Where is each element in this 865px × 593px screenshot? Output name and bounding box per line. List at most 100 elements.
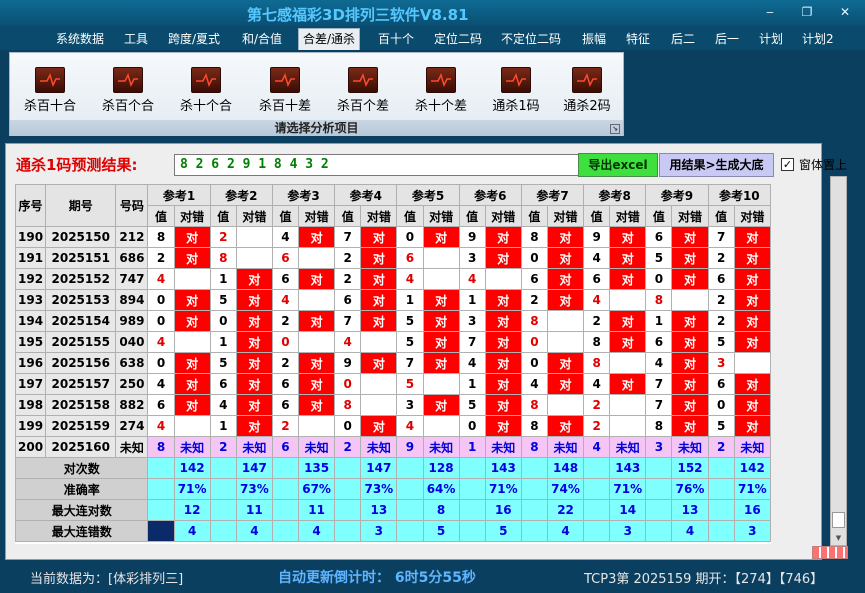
cell-value: 6 xyxy=(271,268,300,290)
header-ref-8[interactable]: 参考8 xyxy=(583,184,647,206)
table-row[interactable]: 190 2025150 212 8 对 2 4 对 7 对 0 对 9 对 8 对 9 对 6 对 7 对 xyxy=(15,226,771,248)
table-row[interactable]: 197 2025157 250 4 对 6 对 6 对 0 5 1 对 4 对 4 对 7 对 6 对 xyxy=(15,373,771,395)
minimize-button[interactable]: ‒ xyxy=(760,3,780,21)
subheader-value[interactable]: 值 xyxy=(334,205,362,227)
menu-item-last-two[interactable]: 后二 xyxy=(667,30,699,48)
table-row[interactable]: 191 2025151 686 2 对 8 6 2 对 6 3 对 0 对 4 对 5 对 2 对 xyxy=(15,247,771,269)
subheader-value[interactable]: 值 xyxy=(458,205,486,227)
kill-two-code-button[interactable]: 通杀2码 xyxy=(555,67,619,117)
stat-value: 4 xyxy=(671,520,709,542)
prediction-result-field[interactable]: 8 2 6 2 9 1 8 4 3 2 xyxy=(174,154,582,176)
menu-item-last-one[interactable]: 后一 xyxy=(711,30,743,48)
subheader-result[interactable]: 对错 xyxy=(422,205,460,227)
menu-item-sum[interactable]: 和/合值 xyxy=(238,30,286,48)
cell-result xyxy=(484,268,522,290)
menu-item-sum-diff-kill[interactable]: 合差/通杀 xyxy=(298,28,361,50)
header-ref-1[interactable]: 参考1 xyxy=(147,184,211,206)
table-row[interactable]: 200 2025160 未知 8 未知 2 未知 6 未知 2 未知 9 未知 1 未知 8 未知 4 未知 3 未知 2… xyxy=(15,436,771,458)
kill-hundred-unit-sum-button[interactable]: 杀百个合 xyxy=(96,67,160,117)
subheader-result[interactable]: 对错 xyxy=(484,205,522,227)
kill-hundred-unit-diff-button[interactable]: 杀百个差 xyxy=(331,67,395,117)
header-number[interactable]: 号码 xyxy=(115,184,149,227)
cell-value: 6 xyxy=(707,268,735,290)
vertical-scrollbar[interactable]: ▼ xyxy=(830,176,847,546)
menu-item-tools[interactable]: 工具 xyxy=(120,30,152,48)
header-ref-7[interactable]: 参考7 xyxy=(520,184,585,206)
header-ref-5[interactable]: 参考5 xyxy=(396,184,460,206)
header-ref-2[interactable]: 参考2 xyxy=(209,184,273,206)
close-button[interactable]: ✕ xyxy=(835,3,855,21)
menu-item-plan[interactable]: 计划 xyxy=(755,30,787,48)
cell-value: 8 xyxy=(209,247,237,269)
cell-result: 对 xyxy=(671,352,709,374)
prediction-label: 通杀1码预测结果: xyxy=(16,156,138,174)
table-row[interactable]: 192 2025152 747 4 1 对 6 对 2 对 4 4 6 对 6 对 0 对 6 对 xyxy=(15,268,771,290)
results-grid[interactable]: 序号 期号 号码 参考1 参考2 参考3 参考4 参考5 参考6 参考7 参考8… xyxy=(15,184,771,544)
header-ref-4[interactable]: 参考4 xyxy=(334,184,398,206)
restore-button[interactable]: ❐ xyxy=(797,3,817,21)
cell-value: 0 xyxy=(334,415,362,437)
cell-value: 8 xyxy=(520,226,548,248)
scrollbar-thumb[interactable] xyxy=(832,512,845,528)
header-ref-10[interactable]: 参考10 xyxy=(707,184,771,206)
cell-value: 1 xyxy=(209,331,237,353)
subheader-result[interactable]: 对错 xyxy=(360,205,398,227)
menu-item-fixed-two[interactable]: 定位二码 xyxy=(430,30,486,48)
kill-hundred-ten-sum-button[interactable]: 杀百十合 xyxy=(18,67,82,117)
export-excel-button[interactable]: 导出excel xyxy=(578,153,658,177)
table-row[interactable]: 194 2025154 989 0 对 0 对 2 对 7 对 5 对 3 对 8 2 对 1 对 2 对 xyxy=(15,310,771,332)
cell-value: 8 xyxy=(520,436,548,458)
stat-spacer xyxy=(645,520,673,542)
header-seq[interactable]: 序号 xyxy=(15,184,47,227)
kill-ten-unit-sum-button[interactable]: 杀十个合 xyxy=(174,67,238,117)
subheader-value[interactable]: 值 xyxy=(271,205,300,227)
table-row[interactable]: 199 2025159 274 4 1 对 2 0 对 4 0 对 8 对 2 8 对 5 对 xyxy=(15,415,771,437)
subheader-result[interactable]: 对错 xyxy=(298,205,336,227)
cell-result: 对 xyxy=(235,331,273,353)
menu-item-plan2[interactable]: 计划2 xyxy=(798,30,838,48)
subheader-value[interactable]: 值 xyxy=(707,205,735,227)
table-row[interactable]: 193 2025153 894 0 对 5 对 4 6 对 1 对 1 对 2 对 4 8 2 对 xyxy=(15,289,771,311)
ribbon-button-label: 杀百十差 xyxy=(258,99,311,114)
stat-spacer xyxy=(334,499,362,521)
header-ref-6[interactable]: 参考6 xyxy=(458,184,522,206)
table-row[interactable]: 198 2025158 882 6 对 4 对 6 对 8 3 对 5 对 8 2 7 对 0 对 xyxy=(15,394,771,416)
subheader-result[interactable]: 对错 xyxy=(546,205,585,227)
cell-value: 5 xyxy=(396,331,424,353)
menu-item-amplitude[interactable]: 振幅 xyxy=(578,30,610,48)
header-ref-9[interactable]: 参考9 xyxy=(645,184,709,206)
cell-value: 0 xyxy=(458,415,486,437)
menu-item-feature[interactable]: 特征 xyxy=(622,30,654,48)
subheader-value[interactable]: 值 xyxy=(645,205,673,227)
subheader-value[interactable]: 值 xyxy=(209,205,237,227)
cell-number: 747 xyxy=(115,268,149,290)
header-ref-3[interactable]: 参考3 xyxy=(271,184,336,206)
cell-result: 对 xyxy=(422,331,460,353)
subheader-value[interactable]: 值 xyxy=(583,205,611,227)
cell-result: 对 xyxy=(484,352,522,374)
kill-hundred-ten-diff-button[interactable]: 杀百十差 xyxy=(253,67,317,117)
subheader-value[interactable]: 值 xyxy=(147,205,175,227)
topmost-checkbox[interactable]: ✓ xyxy=(781,158,794,171)
kill-one-code-button[interactable]: 通杀1码 xyxy=(484,67,548,117)
header-period[interactable]: 期号 xyxy=(45,184,117,227)
menu-item-positions[interactable]: 百十个 xyxy=(374,30,418,48)
menu-item-unfixed-two[interactable]: 不定位二码 xyxy=(497,30,565,48)
table-row[interactable]: 195 2025155 040 4 1 对 0 4 5 对 7 对 0 8 对 6 对 5 对 xyxy=(15,331,771,353)
subheader-result[interactable]: 对错 xyxy=(609,205,647,227)
table-row[interactable]: 196 2025156 638 0 对 5 对 2 对 9 对 7 对 4 对 0 对 8 4 对 3 xyxy=(15,352,771,374)
scroll-down-icon[interactable]: ▼ xyxy=(832,532,845,544)
kill-ten-unit-diff-button[interactable]: 杀十个差 xyxy=(409,67,473,117)
generate-base-button[interactable]: 用结果>生成大底 xyxy=(659,153,774,177)
subheader-result[interactable]: 对错 xyxy=(733,205,771,227)
menu-item-system-data[interactable]: 系统数据 xyxy=(52,30,108,48)
stat-spacer xyxy=(334,478,362,500)
subheader-result[interactable]: 对错 xyxy=(173,205,211,227)
subheader-value[interactable]: 值 xyxy=(520,205,548,227)
subheader-result[interactable]: 对错 xyxy=(235,205,273,227)
subheader-result[interactable]: 对错 xyxy=(671,205,709,227)
menu-item-span[interactable]: 跨度/夏式 xyxy=(164,30,224,48)
subheader-value[interactable]: 值 xyxy=(396,205,424,227)
stat-value: 64% xyxy=(422,478,460,500)
dialog-launcher-icon[interactable]: ↘ xyxy=(610,124,620,134)
